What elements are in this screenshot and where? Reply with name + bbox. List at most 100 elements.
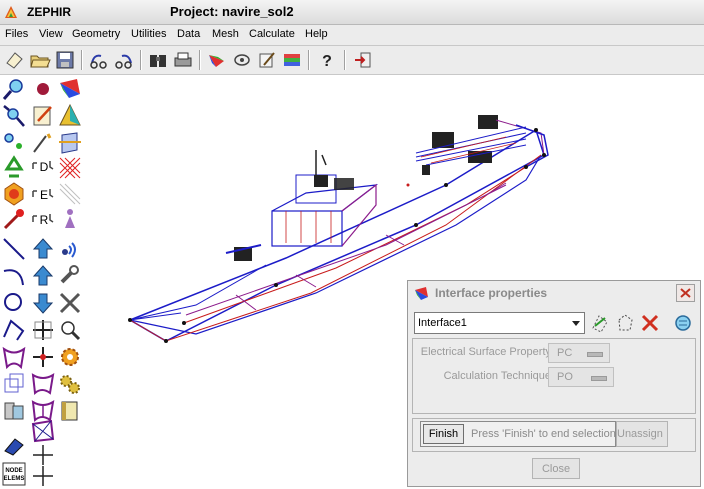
calculation-technique-label: Calculation Technique [443,370,551,382]
surface-tool-icon[interactable] [1,344,27,370]
toolbar-separator [81,50,83,70]
open-folder-icon[interactable] [29,49,51,71]
refresh-icon[interactable] [672,312,694,334]
menu-utilities[interactable]: Utilities [131,28,166,40]
antenna-icon[interactable] [57,236,83,262]
cross-grid-icon[interactable] [30,317,56,343]
undo-arrow-icon[interactable] [88,49,110,71]
tool-set-icon[interactable] [30,130,56,156]
arrow-down-icon[interactable] [30,290,56,316]
menu-calculate[interactable]: Calculate [249,28,295,40]
colormap-icon[interactable] [57,76,83,102]
node-elements-icon[interactable]: NODE ELEMS [1,461,27,487]
cylinder-tool-icon[interactable] [1,398,27,424]
menu-data[interactable]: Data [177,28,200,40]
pyramid-icon[interactable] [57,103,83,129]
menu-view[interactable]: View [39,28,63,40]
electrical-surface-value: PC [557,347,573,359]
save-disk-icon[interactable] [54,49,76,71]
arrow-up-icon[interactable] [30,236,56,262]
arc-tool-icon[interactable] [1,263,27,289]
interface-select-value: Interface1 [418,317,467,329]
tools-icon[interactable] [57,290,83,316]
probe-icon[interactable] [1,206,27,232]
toolbar-separator [344,50,346,70]
wrench-icon[interactable] [57,263,83,289]
pick-interface-icon[interactable] [589,312,611,334]
new-file-icon[interactable] [4,49,26,71]
app-name: ZEPHIR [27,5,72,19]
book-icon[interactable] [57,398,83,424]
help-icon[interactable]: ? [316,49,338,71]
delete-icon[interactable] [639,312,661,334]
dialog-title-bar[interactable]: Interface properties [408,281,700,305]
datum-e-label: E [40,188,48,202]
datum-e-icon[interactable]: E [30,181,56,207]
circle-tool-icon[interactable] [1,290,27,316]
dialog-close-button[interactable] [676,284,695,302]
finish-frame: Finish Press 'Finish' to end selection [420,421,616,447]
exit-icon[interactable] [352,49,374,71]
zoom-icon[interactable] [1,76,27,102]
figure-icon[interactable] [57,206,83,232]
datum-d-label: D [40,160,49,174]
toolbar-separator [308,50,310,70]
zoom-check-icon[interactable] [57,317,83,343]
patch-icon[interactable] [30,371,56,397]
toolbar: ? [0,46,704,75]
menu-help[interactable]: Help [305,28,328,40]
close-icon [680,288,691,298]
svg-text:?: ? [322,53,332,70]
zoom-point-icon[interactable] [1,130,27,156]
layers-icon[interactable] [281,49,303,71]
clipping-plane-icon[interactable] [57,130,83,156]
grid-mesh-icon[interactable] [57,155,83,181]
notepad-icon[interactable] [30,103,56,129]
grid-mesh-light-icon[interactable] [57,181,83,207]
view-icon[interactable] [231,49,253,71]
cross-mark-icon[interactable] [30,344,56,370]
print-icon[interactable] [172,49,194,71]
arrow-up-icon[interactable] [30,263,56,289]
mesh-patch-icon[interactable] [30,418,56,444]
polyline-tool-icon[interactable] [1,317,27,343]
calculation-technique-select[interactable]: PO [548,367,614,387]
dialog-title: Interface properties [435,286,548,300]
grid-small-icon[interactable] [30,463,56,489]
sphere-point-icon[interactable] [30,76,56,102]
select-outline-icon[interactable] [614,312,636,334]
binoculars-icon[interactable] [147,49,169,71]
elems-label: ELEMS [4,476,25,482]
box-tool-icon[interactable] [1,371,27,397]
nodes-label: NODE [5,468,22,474]
colormap-icon[interactable] [206,49,228,71]
eraser-icon[interactable] [1,433,27,459]
finish-button[interactable]: Finish [423,424,464,444]
recycle-icon[interactable] [1,155,27,181]
unassign-button[interactable]: Unassign [616,421,668,447]
title-bar: ZEPHIR Project: navire_sol2 [0,0,704,25]
redo-arrow-icon[interactable] [113,49,135,71]
menu-mesh[interactable]: Mesh [212,28,239,40]
gear-icon[interactable] [57,344,83,370]
gears-icon[interactable] [57,371,83,397]
colormap-icon [415,287,428,300]
interface-select[interactable]: Interface1 [414,312,585,334]
shape-3d-icon[interactable] [1,181,27,207]
menu-geometry[interactable]: Geometry [72,28,120,40]
chevron-down-icon[interactable] [570,316,582,330]
electrical-surface-label: Electrical Surface Property [420,346,551,358]
line-tool-icon[interactable] [1,236,27,262]
option-menu-indicator-icon [591,376,607,381]
interface-properties-dialog: Interface properties Interface1 Electric… [407,280,701,487]
electrical-surface-select[interactable]: PC [548,343,610,363]
datum-r-label: R [40,213,49,227]
datum-r-icon[interactable]: R [30,206,56,232]
toolbar-separator [140,50,142,70]
edit-icon[interactable] [256,49,278,71]
datum-d-icon[interactable]: D [30,155,56,181]
close-button[interactable]: Close [532,458,580,479]
toolbar-separator [199,50,201,70]
menu-files[interactable]: Files [5,28,28,40]
zoom-window-icon[interactable] [1,103,27,129]
